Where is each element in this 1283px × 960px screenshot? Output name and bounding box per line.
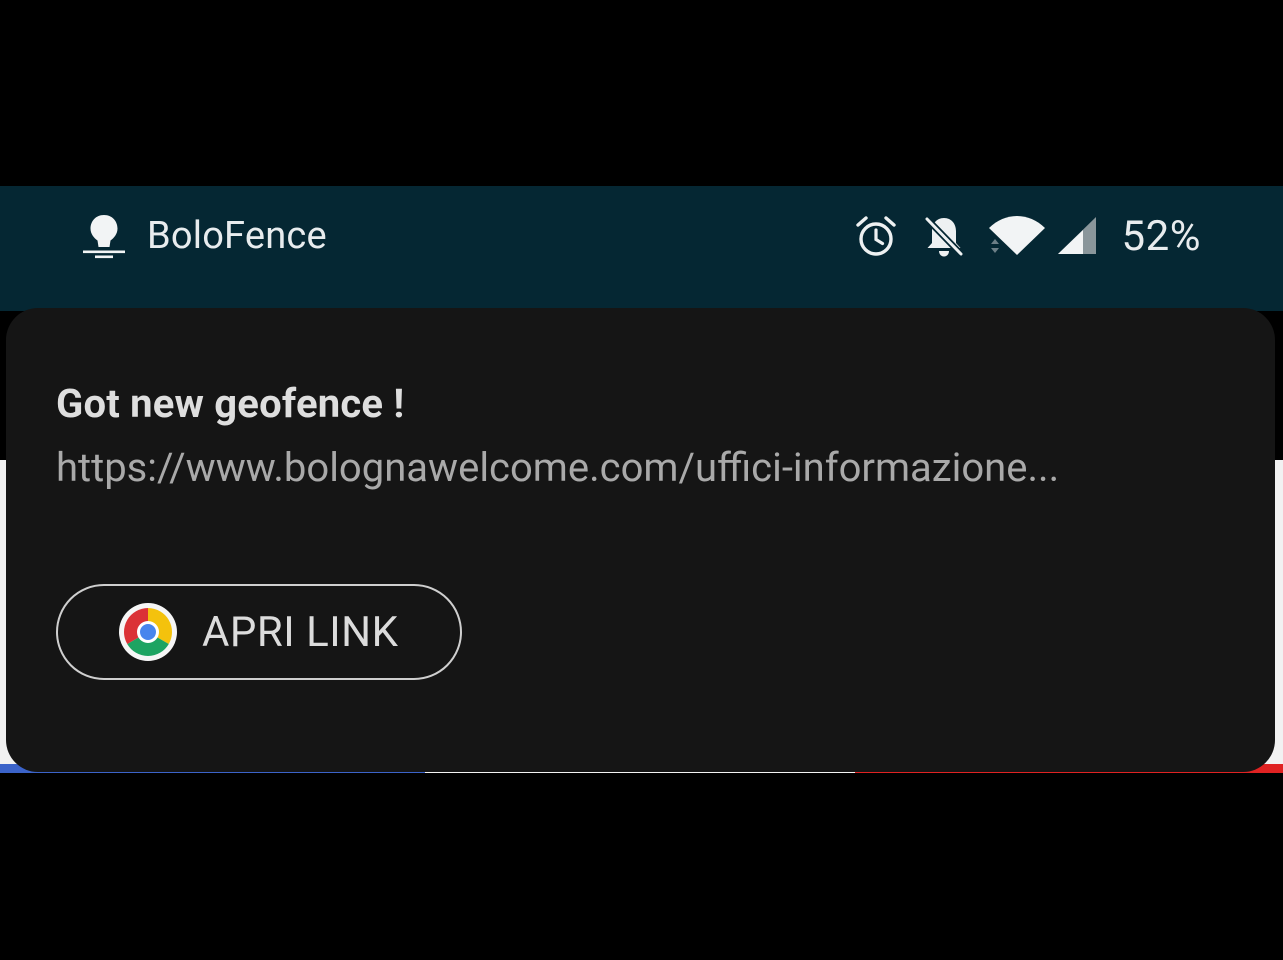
wifi-icon: [988, 212, 1046, 260]
notification-card[interactable]: Got new geofence ! https://www.bolognawe…: [6, 308, 1275, 772]
notification-title: Got new geofence !: [56, 380, 405, 427]
status-icons: 52%: [836, 211, 1201, 261]
phone-screen: BoloFence 52% Got new geofence ! https:/…: [0, 0, 1283, 960]
cell-signal-icon: [1056, 212, 1098, 260]
notification-body: https://www.bolognawelcome.com/uffici-in…: [56, 444, 1060, 491]
battery-level: 52%: [1121, 211, 1201, 261]
chrome-icon: [118, 602, 178, 662]
status-bar: BoloFence 52%: [0, 186, 1283, 311]
app-indicator: BoloFence: [82, 212, 327, 260]
open-link-label: APRI LINK: [202, 607, 399, 657]
notifications-off-icon: [922, 212, 966, 260]
app-name: BoloFence: [147, 214, 327, 258]
alarm-icon: [854, 212, 898, 260]
open-link-button[interactable]: APRI LINK: [56, 584, 462, 680]
lightbulb-location-icon: [82, 212, 126, 260]
